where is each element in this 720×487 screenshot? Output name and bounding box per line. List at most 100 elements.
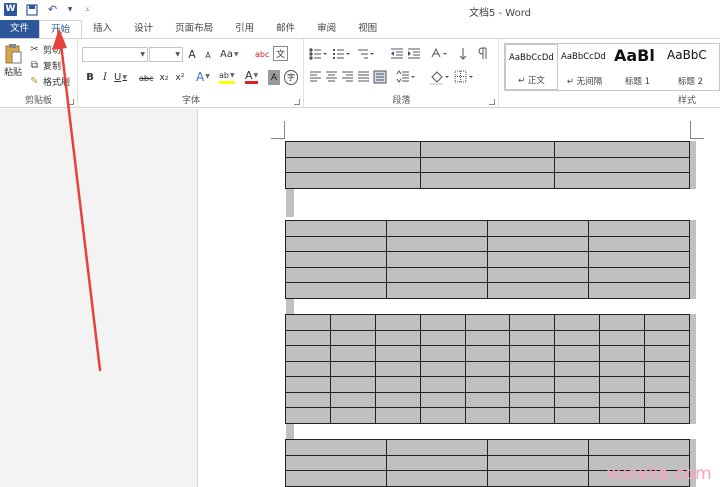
- table-cell[interactable]: [644, 345, 690, 362]
- table-cell[interactable]: [419, 314, 466, 331]
- grow-font-button[interactable]: A: [186, 47, 198, 62]
- table-cell[interactable]: [588, 235, 690, 253]
- bullets-icon[interactable]: [309, 48, 327, 60]
- phonetic-guide-button[interactable]: 文: [273, 46, 288, 61]
- cut-button[interactable]: ✂ 剪切: [28, 43, 61, 56]
- decrease-indent-icon[interactable]: [391, 48, 403, 59]
- table-cell[interactable]: [419, 391, 466, 409]
- table-cell[interactable]: [554, 329, 601, 347]
- text-effects-button[interactable]: A ▼: [196, 69, 210, 84]
- table-cell[interactable]: [509, 345, 556, 362]
- table-cell[interactable]: [419, 156, 556, 174]
- table-cell[interactable]: [554, 156, 690, 174]
- align-right-icon[interactable]: [342, 71, 353, 82]
- table-cell[interactable]: [599, 329, 645, 347]
- superscript-button[interactable]: x²: [174, 70, 186, 85]
- increase-indent-icon[interactable]: [408, 48, 420, 59]
- character-shading-button[interactable]: A: [268, 70, 280, 85]
- table-cell[interactable]: [329, 314, 376, 331]
- table-cell[interactable]: [487, 470, 589, 487]
- table-cell[interactable]: [374, 407, 421, 424]
- paste-button[interactable]: 粘贴: [2, 43, 24, 78]
- table-cell[interactable]: [386, 235, 488, 253]
- table-cell[interactable]: [285, 360, 331, 378]
- table-cell[interactable]: [464, 391, 511, 409]
- table-cell[interactable]: [374, 314, 421, 331]
- style-normal[interactable]: AaBbCcDd ↵ 正文: [505, 44, 558, 90]
- table-cell[interactable]: [285, 235, 387, 253]
- table-cell[interactable]: [329, 376, 376, 393]
- tab-design[interactable]: 设计: [123, 20, 164, 38]
- table-cell[interactable]: [644, 407, 690, 424]
- table-cell[interactable]: [509, 329, 556, 347]
- table-cell[interactable]: [419, 329, 466, 347]
- table-cell[interactable]: [588, 251, 690, 268]
- align-left-icon[interactable]: [310, 71, 321, 82]
- table-cell[interactable]: [464, 407, 511, 424]
- table-cell[interactable]: [285, 172, 421, 189]
- enclose-characters-button[interactable]: 字: [284, 70, 298, 85]
- table-cell[interactable]: [588, 266, 690, 284]
- distributed-icon[interactable]: [373, 70, 387, 84]
- tab-file[interactable]: 文件: [0, 20, 40, 38]
- table-cell[interactable]: [599, 376, 645, 393]
- table-cell[interactable]: [386, 220, 488, 237]
- format-painter-button[interactable]: ✎ 格式刷: [28, 75, 70, 88]
- table-cell[interactable]: [386, 439, 488, 456]
- table-cell[interactable]: [386, 282, 488, 299]
- table-cell[interactable]: [509, 407, 556, 424]
- table-cell[interactable]: [386, 470, 488, 487]
- clear-formatting-button[interactable]: abc: [255, 47, 269, 62]
- strikethrough-button[interactable]: abc: [139, 71, 153, 86]
- table-cell[interactable]: [487, 266, 589, 284]
- table-cell[interactable]: [644, 376, 690, 393]
- table-cell[interactable]: [464, 345, 511, 362]
- table-cell[interactable]: [644, 391, 690, 409]
- table-1[interactable]: [285, 141, 690, 189]
- table-cell[interactable]: [285, 439, 387, 456]
- change-case-button[interactable]: Aa ▼: [220, 47, 239, 62]
- table-cell[interactable]: [554, 407, 601, 424]
- clipboard-launcher-icon[interactable]: [68, 99, 74, 105]
- table-cell[interactable]: [285, 156, 421, 174]
- table-cell[interactable]: [464, 314, 511, 331]
- table-cell[interactable]: [329, 391, 376, 409]
- tab-home[interactable]: 开始: [39, 20, 83, 38]
- table-cell[interactable]: [464, 376, 511, 393]
- table-cell[interactable]: [509, 376, 556, 393]
- tab-mailings[interactable]: 邮件: [265, 20, 306, 38]
- table-cell[interactable]: [329, 360, 376, 378]
- table-cell[interactable]: [554, 172, 690, 189]
- copy-button[interactable]: ⧉ 复制: [28, 59, 61, 72]
- table-cell[interactable]: [419, 360, 466, 378]
- font-name-dropdown-icon[interactable]: ▼: [140, 51, 145, 58]
- table-cell[interactable]: [419, 172, 556, 189]
- table-cell[interactable]: [464, 360, 511, 378]
- table-cell[interactable]: [329, 345, 376, 362]
- table-cell[interactable]: [386, 454, 488, 472]
- table-cell[interactable]: [285, 376, 331, 393]
- style-heading-1[interactable]: AaBl 标题 1: [611, 44, 664, 90]
- table-cell[interactable]: [285, 282, 387, 299]
- font-color-button[interactable]: A ▼: [245, 69, 259, 84]
- table-cell[interactable]: [285, 329, 331, 347]
- sort-icon[interactable]: [459, 48, 467, 60]
- chinese-layout-icon[interactable]: [431, 47, 447, 58]
- table-cell[interactable]: [419, 407, 466, 424]
- italic-button[interactable]: I: [99, 70, 111, 85]
- table-cell[interactable]: [285, 266, 387, 284]
- table-cell[interactable]: [285, 454, 387, 472]
- line-spacing-icon[interactable]: [396, 70, 415, 83]
- table-cell[interactable]: [599, 407, 645, 424]
- table-cell[interactable]: [285, 220, 387, 237]
- table-cell[interactable]: [644, 314, 690, 331]
- table-cell[interactable]: [419, 376, 466, 393]
- borders-icon[interactable]: [454, 70, 473, 83]
- shading-icon[interactable]: [430, 71, 449, 85]
- tab-review[interactable]: 审阅: [306, 20, 347, 38]
- style-no-spacing[interactable]: AaBbCcDd ↵ 无间隔: [558, 44, 611, 90]
- table-cell[interactable]: [599, 345, 645, 362]
- table-cell[interactable]: [464, 329, 511, 347]
- table-cell[interactable]: [419, 345, 466, 362]
- paragraph-launcher-icon[interactable]: [489, 99, 495, 105]
